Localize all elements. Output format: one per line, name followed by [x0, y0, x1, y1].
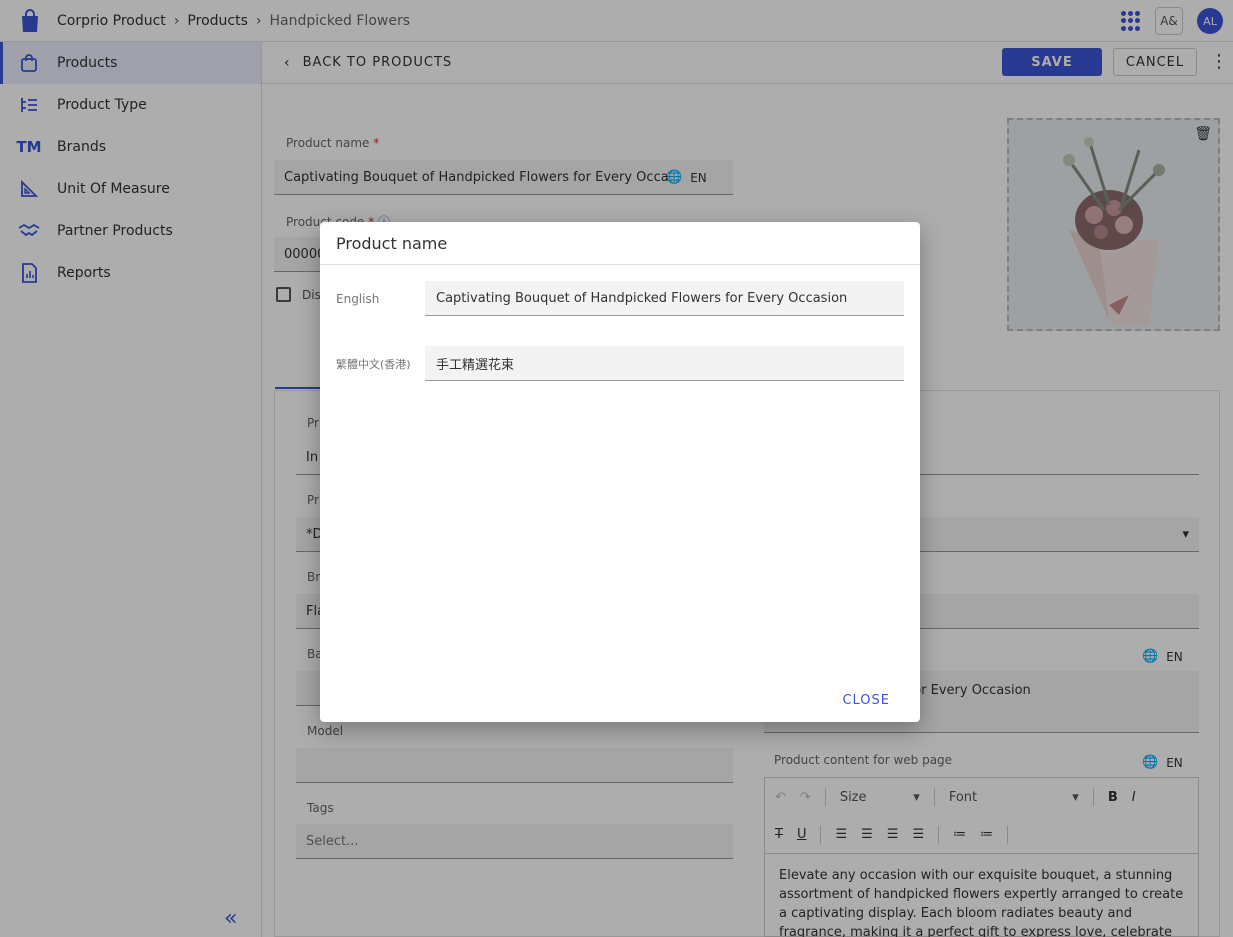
- dialog-title: Product name: [320, 222, 920, 265]
- english-label: English: [336, 291, 380, 306]
- dialog-row-english: English Captivating Bouquet of Handpicke…: [336, 281, 904, 316]
- close-button[interactable]: CLOSE: [842, 693, 890, 708]
- product-name-dialog: Product name English Captivating Bouquet…: [320, 222, 920, 722]
- dialog-row-chinese: 繁體中文(香港) 手工精選花束: [336, 346, 904, 381]
- chinese-name-input[interactable]: 手工精選花束: [425, 346, 904, 381]
- english-name-input[interactable]: Captivating Bouquet of Handpicked Flower…: [425, 281, 904, 316]
- chinese-label: 繁體中文(香港): [336, 357, 411, 371]
